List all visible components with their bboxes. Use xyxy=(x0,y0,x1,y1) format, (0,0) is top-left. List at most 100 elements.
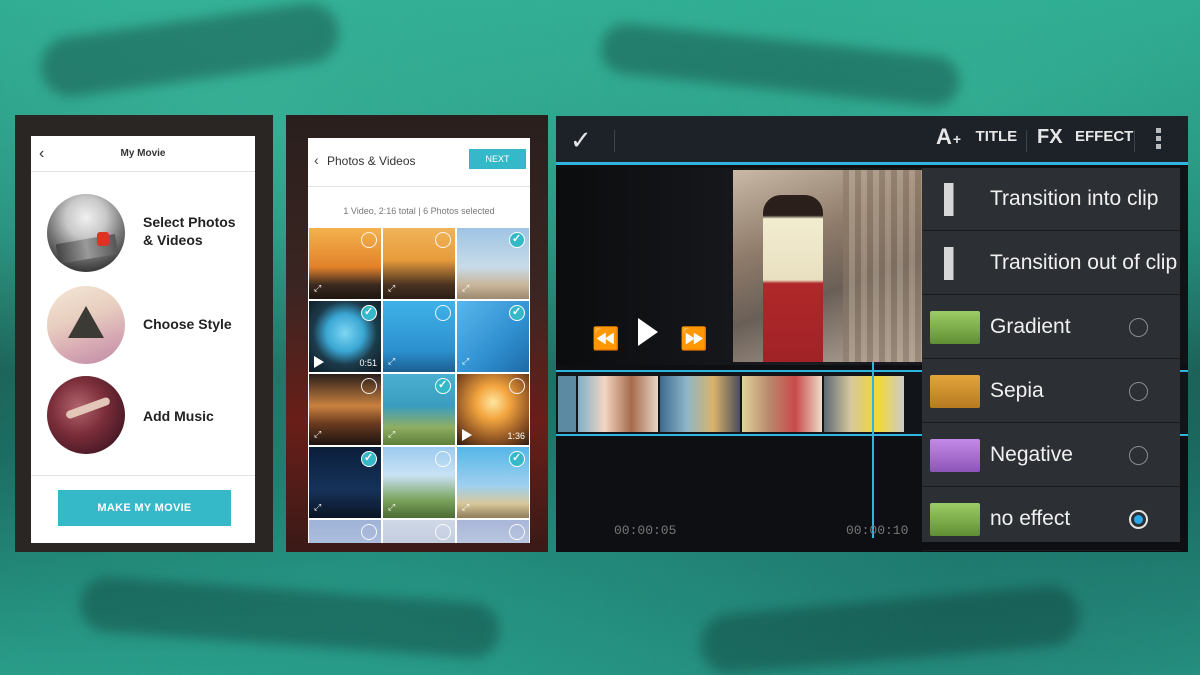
choose-style-label: Choose Style xyxy=(143,316,232,332)
clip-thumbnail[interactable] xyxy=(578,376,658,432)
background-streak xyxy=(698,583,1082,675)
selected-check-icon[interactable] xyxy=(509,451,525,467)
select-circle-icon[interactable] xyxy=(435,232,451,248)
clip-thumbnail[interactable] xyxy=(660,376,740,432)
photo-thumbnail[interactable]: ⤢ xyxy=(457,447,529,518)
photo-thumbnail[interactable]: ⤢ xyxy=(383,374,455,445)
checkmark-icon[interactable]: ✓ xyxy=(570,125,592,156)
selected-check-icon[interactable] xyxy=(435,378,451,394)
expand-icon[interactable]: ⤢ xyxy=(462,283,469,294)
play-icon xyxy=(314,356,324,368)
select-circle-icon[interactable] xyxy=(361,378,377,394)
playhead[interactable] xyxy=(872,362,874,538)
photos-videos-phone-screenshot: ‹ Photos & Videos NEXT 1 Video, 2:16 tot… xyxy=(286,115,548,552)
page-title: My Movie xyxy=(120,148,166,159)
fx-icon: FX xyxy=(1037,126,1063,148)
photo-thumbnail[interactable]: 0:51 xyxy=(309,301,381,372)
background-streak xyxy=(78,575,502,660)
radio-button-icon[interactable] xyxy=(1129,318,1148,337)
photo-thumbnail[interactable]: ⤢ xyxy=(457,228,529,299)
effect-menu-item[interactable]: Negative xyxy=(922,424,1180,487)
select-circle-icon[interactable] xyxy=(435,524,451,540)
select-circle-icon[interactable] xyxy=(435,305,451,321)
title-tool[interactable]: A+ TITLE xyxy=(936,124,1017,150)
clip-thumbnail[interactable] xyxy=(742,376,822,432)
photos-videos-screen: ‹ Photos & Videos NEXT 1 Video, 2:16 tot… xyxy=(308,138,530,543)
expand-icon[interactable]: ⤢ xyxy=(462,502,469,513)
transition-out-icon xyxy=(944,247,968,280)
choose-style-item[interactable]: Choose Style xyxy=(47,286,247,366)
play-icon[interactable] xyxy=(638,318,658,346)
radio-button-icon[interactable] xyxy=(1129,446,1148,465)
expand-icon[interactable]: ⤢ xyxy=(462,356,469,367)
android-sepia-icon xyxy=(930,375,980,408)
photo-thumbnail[interactable] xyxy=(383,520,455,543)
footer: MAKE MY MOVIE xyxy=(31,475,255,543)
add-music-item[interactable]: Add Music xyxy=(47,376,247,456)
plus-icon: + xyxy=(952,131,962,147)
effect-menu-label: Transition out of clip xyxy=(990,251,1178,274)
effect-menu-item[interactable]: Transition into clip xyxy=(922,168,1180,231)
add-music-thumbnail xyxy=(47,376,125,454)
effect-menu-item[interactable]: Sepia xyxy=(922,360,1180,423)
expand-icon[interactable]: ⤢ xyxy=(388,283,395,294)
effect-menu-item[interactable]: Transition out of clip xyxy=(922,232,1180,295)
fast-forward-icon[interactable]: ⏩ xyxy=(680,326,707,352)
clip-thumbnail[interactable] xyxy=(824,376,904,432)
add-music-label: Add Music xyxy=(143,408,214,424)
background-streak xyxy=(37,0,343,101)
selected-check-icon[interactable] xyxy=(361,451,377,467)
divider xyxy=(614,130,615,152)
effect-menu-item[interactable]: no effect xyxy=(922,488,1180,551)
timecode: 00:00:10 xyxy=(846,523,909,538)
select-circle-icon[interactable] xyxy=(361,232,377,248)
label-line: Select Photos xyxy=(143,214,236,230)
next-button[interactable]: NEXT xyxy=(469,149,526,169)
expand-icon[interactable]: ⤢ xyxy=(314,283,321,294)
preview-frame xyxy=(733,170,923,362)
photo-thumbnail[interactable]: ⤢ xyxy=(309,374,381,445)
back-chevron-icon[interactable]: ‹ xyxy=(314,152,319,168)
effect-menu-item[interactable]: Gradient xyxy=(922,296,1180,359)
select-circle-icon[interactable] xyxy=(509,524,525,540)
selected-check-icon[interactable] xyxy=(509,305,525,321)
photo-thumbnail[interactable] xyxy=(309,520,381,543)
selected-check-icon[interactable] xyxy=(361,305,377,321)
expand-icon[interactable]: ⤢ xyxy=(314,502,321,513)
effect-tool[interactable]: FX EFFECT xyxy=(1037,126,1133,149)
title-label: TITLE xyxy=(975,128,1018,145)
expand-icon[interactable]: ⤢ xyxy=(388,502,395,513)
radio-button-icon[interactable] xyxy=(1129,382,1148,401)
make-my-movie-button[interactable]: MAKE MY MOVIE xyxy=(58,490,231,526)
photo-thumbnail[interactable] xyxy=(457,520,529,543)
photo-thumbnail[interactable]: ⤢ xyxy=(309,447,381,518)
label-line: & Videos xyxy=(143,232,203,248)
effect-label: EFFECT xyxy=(1075,128,1134,145)
select-circle-icon[interactable] xyxy=(509,378,525,394)
expand-icon[interactable]: ⤢ xyxy=(388,356,395,367)
more-options-icon[interactable] xyxy=(1156,128,1162,154)
rewind-icon[interactable]: ⏪ xyxy=(592,326,619,352)
photo-thumbnail[interactable]: ⤢ xyxy=(383,228,455,299)
photo-thumbnail[interactable]: 1:36 xyxy=(457,374,529,445)
selected-check-icon[interactable] xyxy=(509,232,525,248)
timecode: 00:00:05 xyxy=(614,523,677,538)
my-movie-screen: ‹ My Movie Select Photos & Videos Choose… xyxy=(31,136,255,543)
clip-thumbnail[interactable] xyxy=(558,376,576,432)
expand-icon[interactable]: ⤢ xyxy=(314,429,321,440)
select-circle-icon[interactable] xyxy=(435,451,451,467)
radio-selected-icon[interactable] xyxy=(1129,510,1148,529)
select-circle-icon[interactable] xyxy=(361,524,377,540)
transition-in-icon xyxy=(944,183,968,216)
photo-thumbnail[interactable]: ⤢ xyxy=(383,301,455,372)
android-negative-icon xyxy=(930,439,980,472)
choose-style-thumbnail xyxy=(47,286,125,364)
photo-thumbnail[interactable]: ⤢ xyxy=(309,228,381,299)
divider xyxy=(1134,130,1135,152)
expand-icon[interactable]: ⤢ xyxy=(388,429,395,440)
select-photos-item[interactable]: Select Photos & Videos xyxy=(47,194,247,274)
effect-menu-label: Transition into clip xyxy=(990,187,1159,210)
photo-thumbnail[interactable]: ⤢ xyxy=(457,301,529,372)
effect-menu-label: Sepia xyxy=(990,379,1044,402)
photo-thumbnail[interactable]: ⤢ xyxy=(383,447,455,518)
